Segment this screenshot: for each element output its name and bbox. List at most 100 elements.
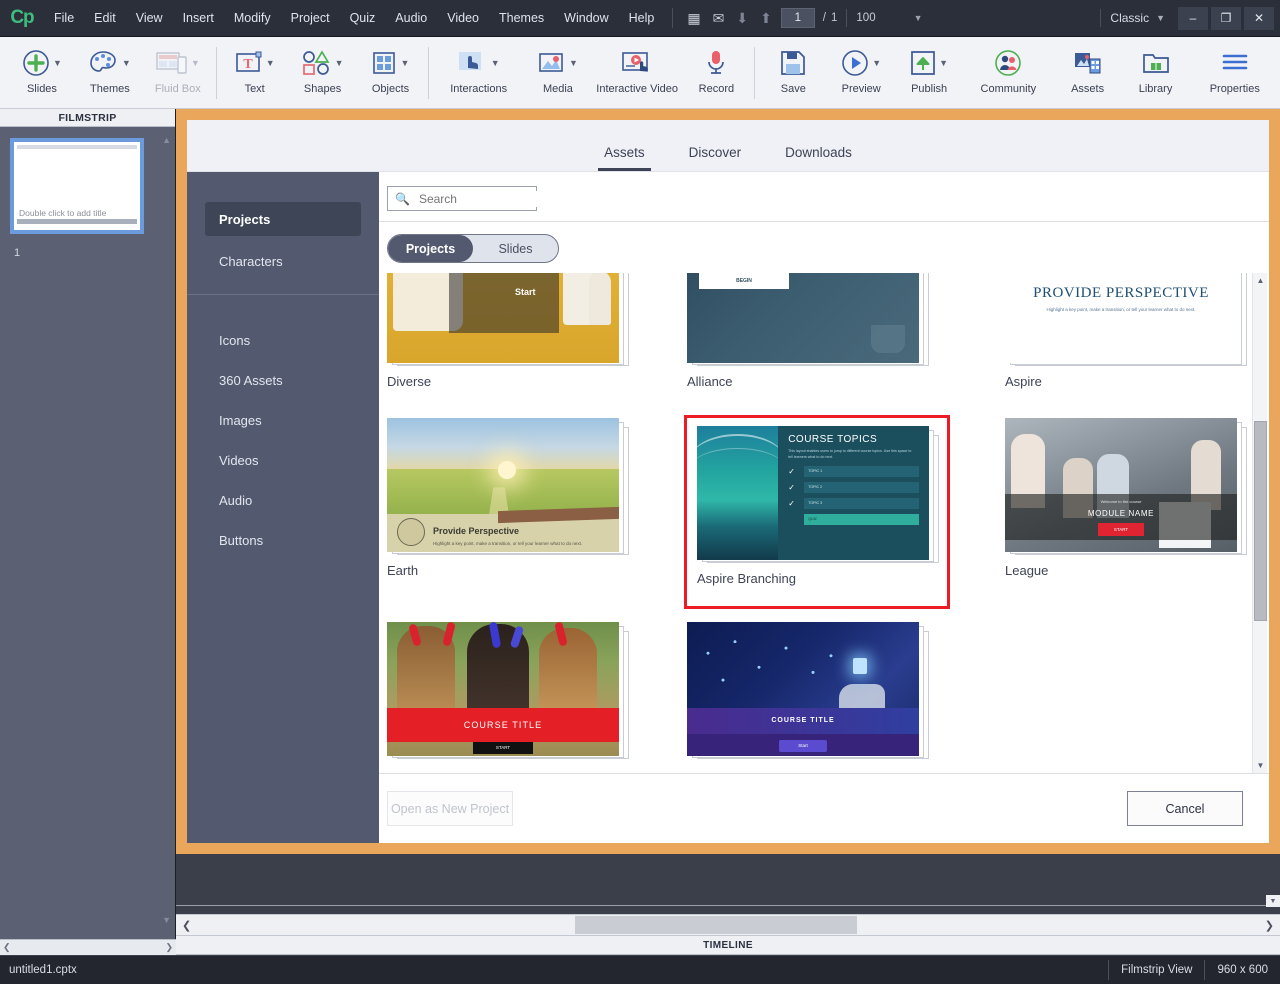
thumbnail-art: COURSE TITLE Start	[687, 622, 919, 756]
scroll-left-icon[interactable]: ❮	[182, 919, 191, 932]
scroll-right-icon[interactable]: ❯	[1265, 919, 1274, 932]
menu-modify[interactable]: Modify	[224, 0, 281, 37]
search-box[interactable]: 🔍	[387, 186, 537, 211]
asset-card-purple[interactable]: COURSE TITLE Start	[687, 622, 947, 773]
toolbar-interactions[interactable]: ▼ Interactions	[433, 37, 524, 107]
toolbar-media[interactable]: ▼ Media	[524, 37, 592, 107]
toolbar-publish[interactable]: ▼ Publish	[895, 37, 963, 107]
art-body: Highlight a key point, make a transition…	[1005, 307, 1237, 312]
asset-card-diverse[interactable]: E-Learning Course Course Title Start Div…	[387, 273, 629, 402]
timeline-panel-header[interactable]: TIMELINE	[176, 936, 1280, 955]
scroll-left-icon[interactable]: ❮	[3, 942, 11, 953]
nav-item-icons[interactable]: Icons	[205, 323, 361, 357]
chevron-down-icon[interactable]: ▼	[939, 58, 948, 68]
timeline-scrollbar-thumb[interactable]	[575, 916, 857, 934]
art-topic-row-3: ✓ TOPIC 3	[788, 498, 919, 509]
menu-themes[interactable]: Themes	[489, 0, 554, 37]
down-arrow-icon[interactable]: ⬇	[730, 10, 754, 27]
close-button[interactable]: ✕	[1244, 7, 1274, 30]
menu-window[interactable]: Window	[554, 0, 618, 37]
toolbar-themes[interactable]: ▼ Themes	[76, 37, 144, 107]
nav-item-buttons[interactable]: Buttons	[205, 523, 361, 557]
toolbar-library[interactable]: Library	[1122, 37, 1190, 107]
menu-project[interactable]: Project	[281, 0, 340, 37]
chevron-down-icon[interactable]: ▼	[53, 58, 62, 68]
cancel-button[interactable]: Cancel	[1127, 791, 1243, 826]
toolbar-community[interactable]: Community	[963, 37, 1054, 107]
status-view-mode[interactable]: Filmstrip View	[1108, 960, 1204, 980]
nav-item-audio[interactable]: Audio	[205, 483, 361, 517]
card-label: Alliance	[687, 374, 947, 389]
asset-grid-scrollbar[interactable]: ▲ ▼	[1252, 273, 1267, 773]
up-arrow-icon[interactable]: ⬆	[754, 10, 778, 27]
filmstrip-slide-1[interactable]: Double click to add title	[10, 138, 144, 234]
icon-row: ▼	[841, 45, 881, 81]
toolbar-interactive-video[interactable]: Interactive Video	[592, 37, 683, 107]
toolbar-assets[interactable]: Assets	[1054, 37, 1122, 107]
tab-assets[interactable]: Assets	[582, 145, 667, 171]
card-thumb-stack: COURSE TITLE Start	[687, 622, 927, 760]
toolbar-slides[interactable]: ▼ Slides	[8, 37, 76, 107]
toolbar-objects[interactable]: ▼ Objects	[357, 37, 425, 107]
scroll-up-icon[interactable]: ▲	[1253, 273, 1268, 288]
minimize-button[interactable]: –	[1178, 7, 1208, 30]
menu-quiz[interactable]: Quiz	[340, 0, 386, 37]
chevron-down-icon[interactable]: ▼	[569, 58, 578, 68]
menu-help[interactable]: Help	[619, 0, 665, 37]
search-input[interactable]	[417, 191, 576, 207]
nav-item-characters[interactable]: Characters	[205, 244, 361, 278]
workspace-selector[interactable]: Classic ▼	[1110, 11, 1165, 25]
toolbar-record[interactable]: Record	[682, 37, 750, 107]
chevron-down-icon[interactable]: ▼	[335, 58, 344, 68]
nav-item-projects[interactable]: Projects	[205, 202, 361, 236]
chevron-down-icon[interactable]: ▼	[191, 58, 200, 68]
slide-notes-icon[interactable]: ▦	[681, 10, 706, 27]
filmstrip-scroll-down-icon[interactable]: ▼	[162, 915, 171, 925]
nav-item-images[interactable]: Images	[205, 403, 361, 437]
nav-item-videos[interactable]: Videos	[205, 443, 361, 477]
mail-icon[interactable]: ✉	[707, 10, 731, 27]
maximize-button[interactable]: ❐	[1211, 7, 1241, 30]
menu-audio[interactable]: Audio	[385, 0, 437, 37]
toolbar-text[interactable]: T ▼ Text	[221, 37, 289, 107]
tab-discover[interactable]: Discover	[667, 145, 764, 171]
filmstrip-hscrollbar[interactable]: ❮ ❯	[0, 939, 176, 955]
toolbar-shapes[interactable]: ▼ Shapes	[289, 37, 357, 107]
scroll-down-icon[interactable]: ▼	[1253, 758, 1268, 773]
asset-card-aspire[interactable]: PROVIDE PERSPECTIVE Highlight a key poin…	[1005, 273, 1247, 402]
timeline-vscroll-down-icon[interactable]: ▼	[1266, 895, 1280, 907]
thumbnail-art: COURSE TOPICS This layout enables users …	[697, 426, 929, 560]
open-as-new-project-button[interactable]: Open as New Project	[387, 791, 513, 826]
tab-downloads[interactable]: Downloads	[763, 145, 874, 171]
asset-card-league[interactable]: Welcome to the course MODULE NAME START …	[1005, 418, 1247, 605]
chevron-down-icon[interactable]: ▼	[401, 58, 410, 68]
asset-card-aspire-branching[interactable]: COURSE TOPICS This layout enables users …	[687, 418, 947, 605]
page-number-input[interactable]: 1	[781, 8, 815, 28]
menu-video[interactable]: Video	[437, 0, 489, 37]
filmstrip-scroll-up-icon[interactable]: ▲	[162, 135, 171, 145]
asset-card-earth[interactable]: Provide Perspective Highlight a key poin…	[387, 418, 629, 605]
menu-view[interactable]: View	[126, 0, 173, 37]
toolbar-properties[interactable]: Properties	[1189, 37, 1280, 107]
chevron-down-icon[interactable]: ▼	[491, 58, 500, 68]
zoom-level[interactable]: 100	[856, 12, 875, 24]
chevron-down-icon[interactable]: ▼	[266, 58, 275, 68]
toggle-slides[interactable]: Slides	[473, 235, 558, 262]
toolbar-fluid-box[interactable]: ▼ Fluid Box	[144, 37, 212, 107]
nav-item-360-assets[interactable]: 360 Assets	[205, 363, 361, 397]
chevron-down-icon[interactable]: ▼	[914, 13, 923, 23]
chevron-down-icon[interactable]: ▼	[122, 58, 131, 68]
chevron-down-icon[interactable]: ▼	[872, 58, 881, 68]
projects-slides-toggle[interactable]: Projects Slides	[387, 234, 559, 263]
toolbar-save[interactable]: Save	[759, 37, 827, 107]
menu-file[interactable]: File	[44, 0, 84, 37]
menu-insert[interactable]: Insert	[173, 0, 224, 37]
toggle-projects[interactable]: Projects	[388, 235, 473, 262]
scrollbar-thumb[interactable]	[1254, 421, 1267, 621]
scroll-right-icon[interactable]: ❯	[165, 942, 173, 953]
asset-card-alliance[interactable]: START COURSE Drive your learners to get …	[687, 273, 947, 402]
menu-edit[interactable]: Edit	[84, 0, 126, 37]
slide-thumbnail[interactable]: Double click to add title	[10, 138, 144, 234]
toolbar-preview[interactable]: ▼ Preview	[827, 37, 895, 107]
asset-card-red[interactable]: COURSE TITLE START	[387, 622, 629, 773]
